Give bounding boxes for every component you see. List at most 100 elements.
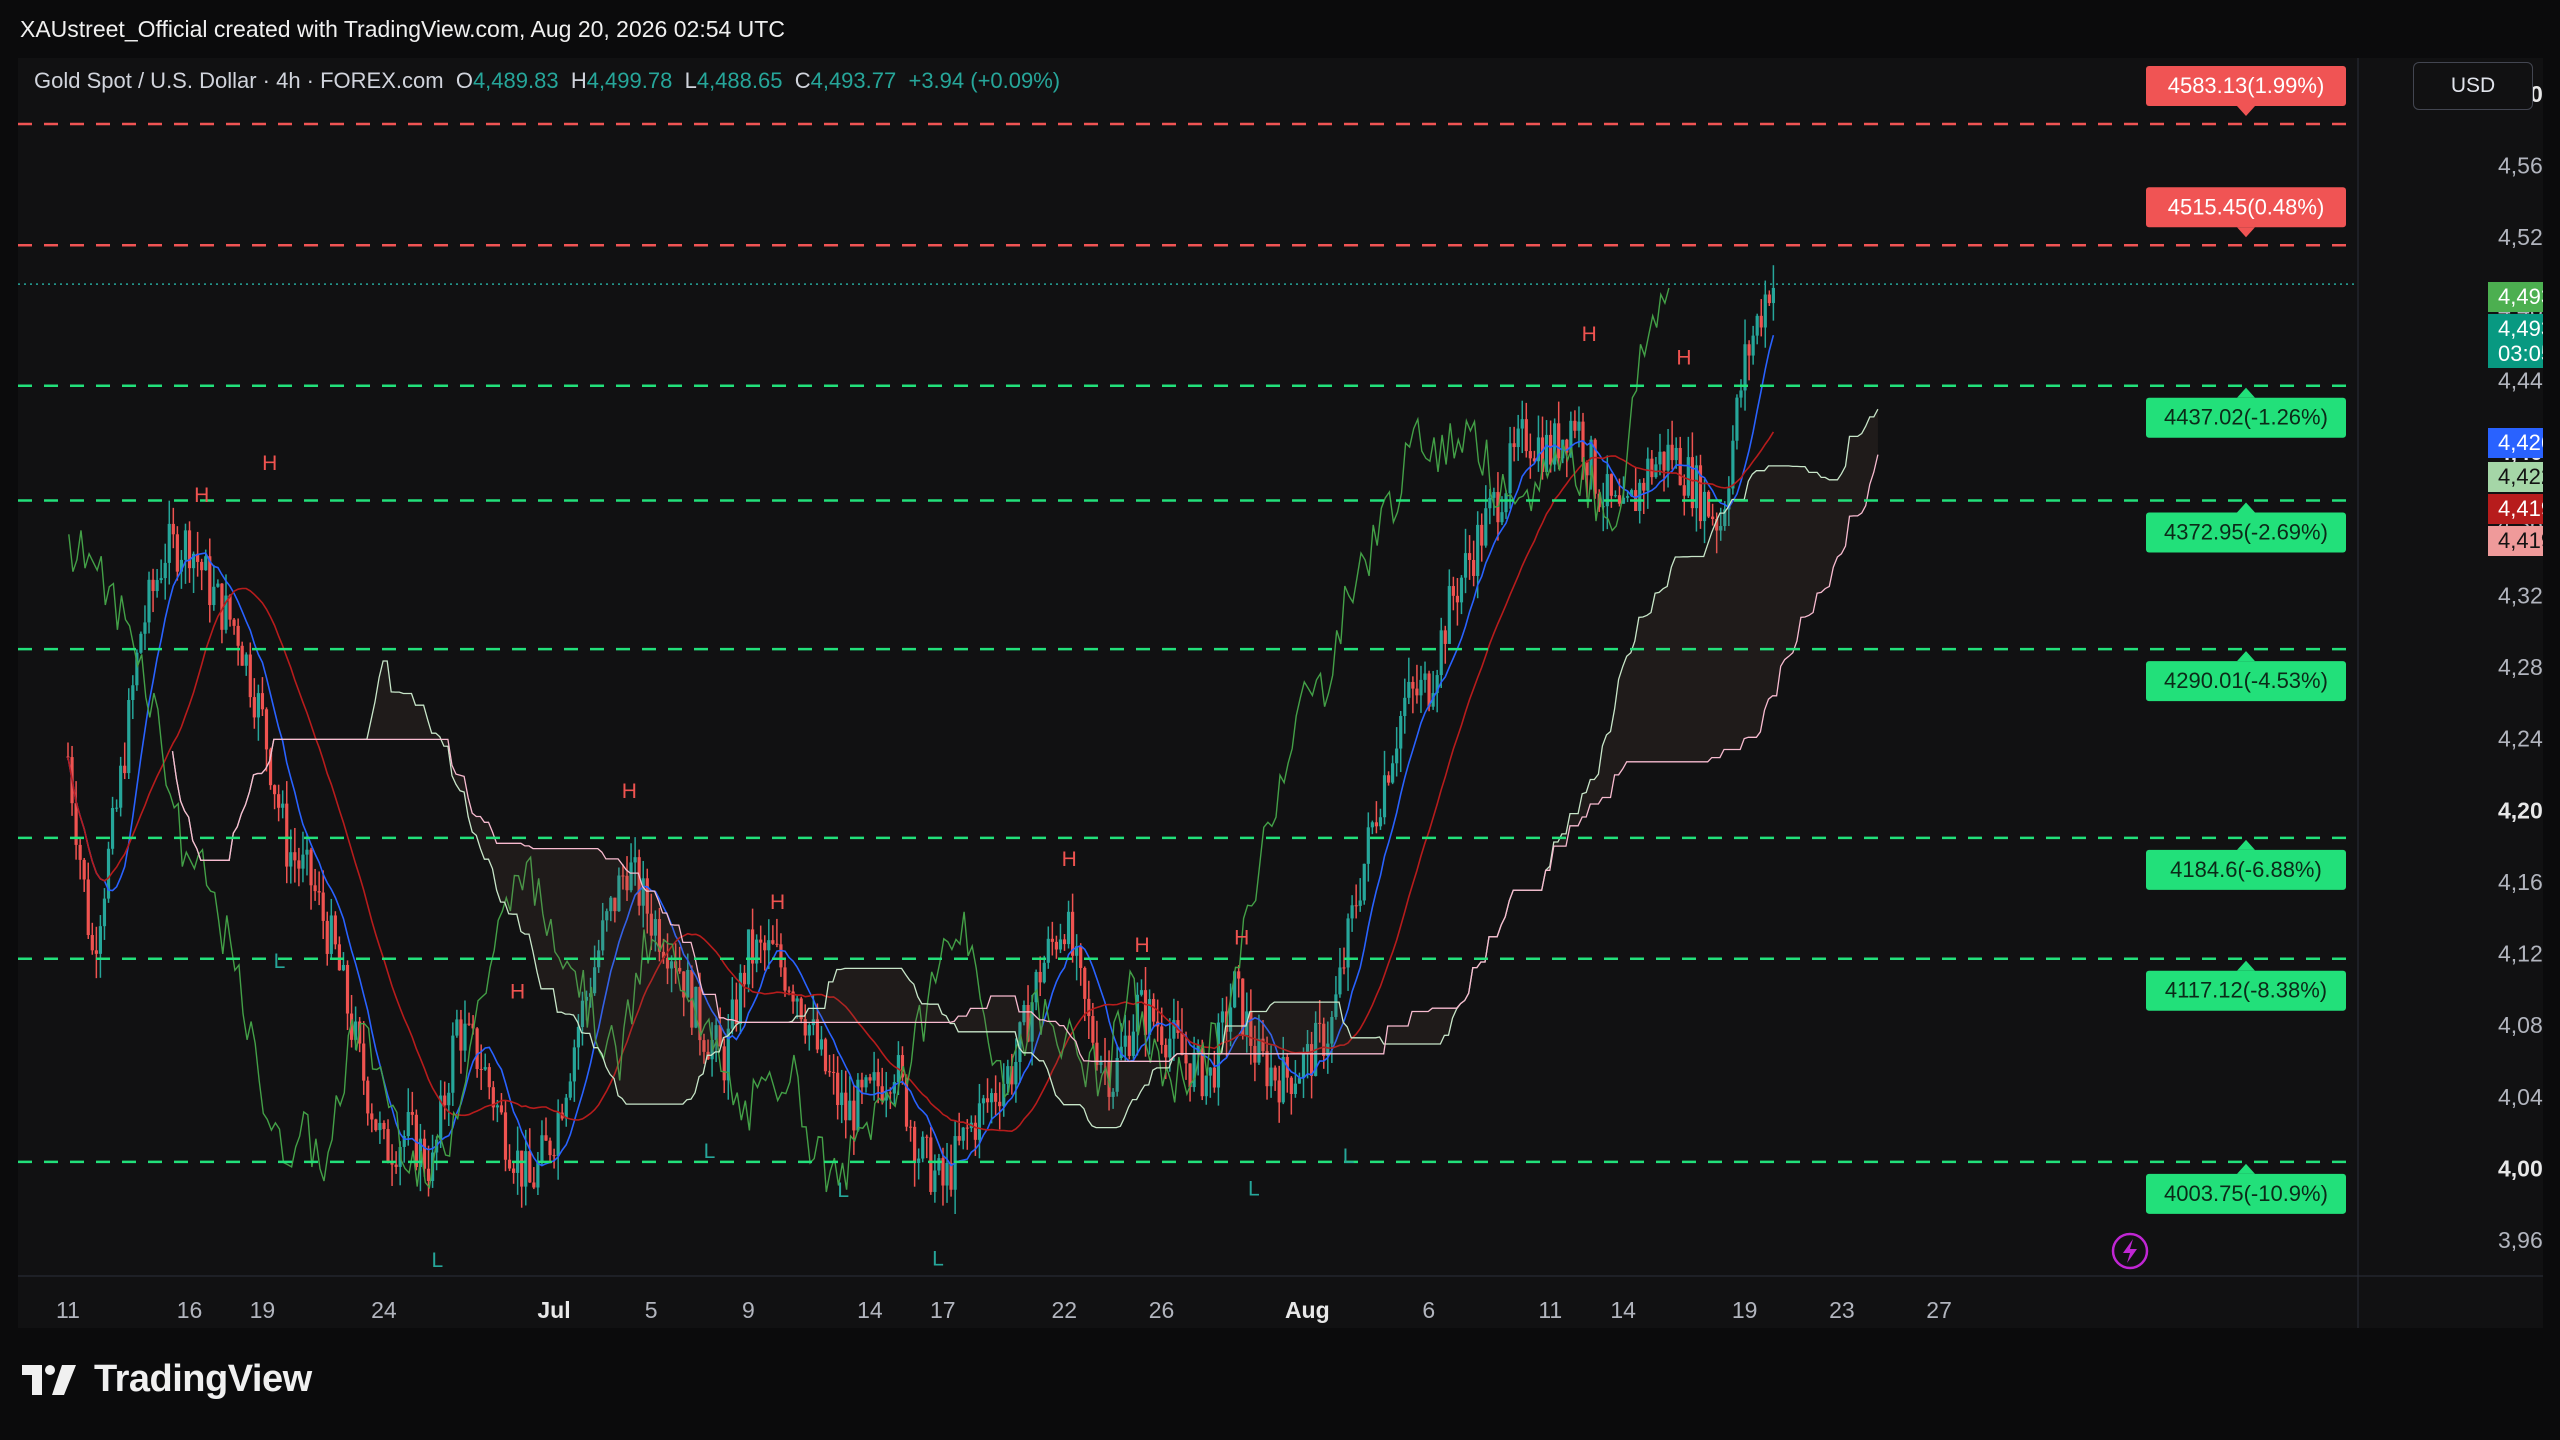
candle-body [1127,1035,1131,1056]
candle-body [945,1162,949,1186]
x-tick-label: 19 [1732,1297,1758,1323]
candle-body [1650,458,1654,478]
candle-body [1281,1056,1285,1103]
candle-body [366,1080,370,1114]
candle-body [503,1112,508,1160]
y-tick-label: 4,440.00 [2498,367,2543,393]
candle-body [1354,905,1358,907]
x-tick-label: 14 [1610,1297,1636,1323]
candle-body [301,854,305,869]
candle-body [1220,1011,1225,1023]
candle-body [1735,397,1739,441]
candle-body [1666,444,1670,471]
candle-body [410,1112,414,1115]
candle-body [1403,697,1407,717]
candle-body [1237,971,1241,979]
tradingview-logo[interactable]: TradingView [22,1358,312,1401]
candle-body [1297,1077,1302,1084]
candle-body [1152,999,1156,1022]
x-tick-label: 22 [1052,1297,1078,1323]
x-tick-label: 16 [177,1297,203,1323]
candle-body [1382,775,1387,818]
candle-body [929,1137,933,1192]
pivot-low-label: L [704,1140,716,1163]
candle-body [1038,971,1042,983]
candle-body [998,1101,1002,1107]
candle-body [106,848,111,899]
candle-body [576,1027,581,1048]
candle-body [1366,827,1370,864]
y-tick-label: 4,160.00 [2498,869,2543,895]
currency-button[interactable]: USD [2413,62,2533,110]
candle-body [860,1079,864,1088]
candle-body [1184,1054,1188,1064]
ichimoku-cloud [172,409,1878,1128]
candle-body [1123,1035,1127,1047]
x-tick-label: 11 [1538,1297,1562,1323]
candle-body [1528,451,1532,459]
candle-body [1455,595,1460,603]
candle-body [232,619,236,626]
candle-body [1208,1067,1212,1076]
candle-body [345,964,350,1014]
candle-body [325,920,329,954]
candle-body [175,534,179,572]
candle-body [1083,967,1087,999]
candle-body [1763,294,1767,328]
candle-body [1204,1075,1208,1097]
pivot-high-label: H [1134,934,1149,957]
candle-body [1139,990,1144,995]
candle-body [1273,1067,1277,1081]
candle-body [1358,900,1362,906]
candle-body [556,1112,560,1157]
y-tick-label: 4,560.00 [2498,152,2543,178]
candle-body [564,1097,568,1119]
pivot-high-label: H [622,780,637,803]
footer [0,1328,2560,1440]
candle-body [1480,524,1484,546]
pivot-low-label: L [1343,1145,1355,1168]
price-badge-text: 4,419.34 [2498,496,2543,521]
candle-body [1459,577,1464,603]
candle-body [1212,1067,1216,1088]
candle-body [293,852,297,861]
pivot-high-label: H [1676,346,1691,369]
candle-body [1739,390,1743,398]
y-tick-label: 3,960.00 [2498,1227,2543,1253]
candle-body [110,808,115,849]
candle-body [1670,444,1674,461]
candle-body [536,1161,540,1188]
candle-body [989,1093,994,1103]
candle-body [252,697,256,718]
level-label-pointer [2237,387,2255,398]
pivot-high-label: H [194,484,209,507]
candle-body [1451,586,1455,596]
candle-body [151,579,155,592]
candle-body [248,654,252,698]
candle-body [102,898,107,927]
candle-body [973,1122,977,1140]
candle-body [143,622,147,634]
candle-body [277,794,281,808]
candle-body [1447,586,1451,644]
candle-body [378,1122,382,1131]
candle-body [1577,421,1581,431]
y-tick-label: 4,200.00 [2498,797,2543,823]
x-tick-label: 23 [1829,1297,1855,1323]
candle-body [78,844,82,860]
chart-area[interactable]: 4583.13(1.99%) 4515.45(0.48%) 4437.02(-1.2… [18,58,2543,1328]
pivot-high-label: H [1582,323,1597,346]
candle-body [264,709,269,750]
candle-body [1395,748,1399,764]
candle-body [1168,1038,1172,1058]
price-chart[interactable]: 4583.13(1.99%) 4515.45(0.48%) 4437.02(-1.2… [18,58,2543,1328]
candle-body [507,1159,512,1169]
lightning-icon [2111,1232,2149,1270]
x-tick-label: 11 [56,1297,80,1323]
pivot-low-label: L [432,1249,444,1272]
level-label-pointer [2237,839,2255,850]
tradingview-icon [22,1364,76,1395]
x-tick-label: Aug [1285,1297,1330,1323]
candle-body [123,765,127,774]
candle-body [544,1135,548,1141]
